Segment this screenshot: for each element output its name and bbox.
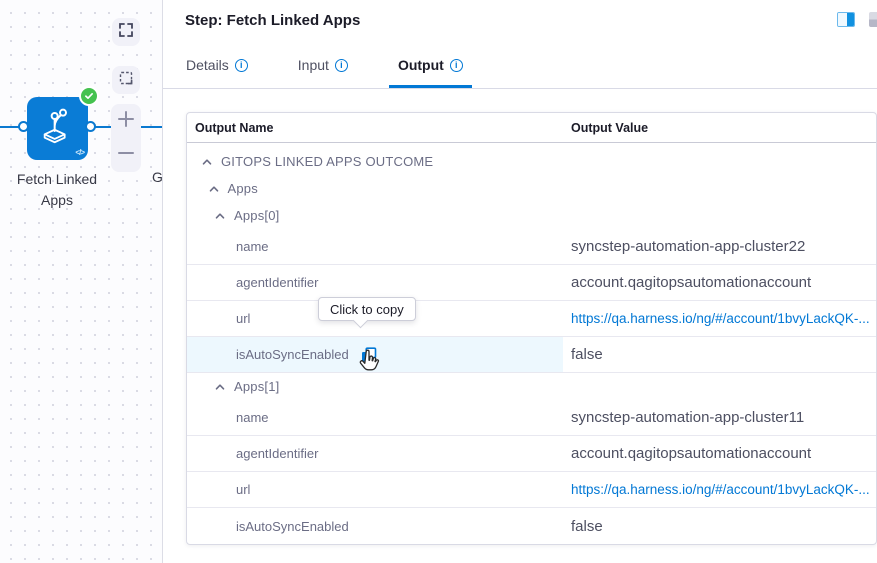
- gitops-step-icon: [38, 106, 78, 151]
- output-name-label: url: [236, 311, 251, 326]
- tabs-bar: Details Input Output: [163, 46, 877, 89]
- node-port-right: [85, 121, 96, 132]
- zoom-out-icon[interactable]: [117, 144, 135, 167]
- marquee-select-button[interactable]: [112, 66, 140, 94]
- copy-icon[interactable]: [361, 346, 377, 363]
- output-name-label: name: [236, 410, 269, 425]
- output-value: account.qagitopsautomationaccount: [571, 445, 812, 462]
- step-node-fetch-linked-apps[interactable]: </>: [27, 97, 88, 160]
- node-label: Fetch Linked Apps: [16, 171, 98, 208]
- table-row: GITOPS LINKED APPS OUTCOME: [187, 148, 876, 175]
- group-label: Apps[1]: [234, 379, 280, 394]
- output-value: account.qagitopsautomationaccount: [571, 274, 812, 291]
- zoom-controls: [111, 104, 141, 172]
- code-icon: </>: [75, 148, 85, 157]
- tab-input[interactable]: Input: [289, 57, 357, 88]
- table-row: url https://qa.harness.io/ng/#/account/1b…: [187, 301, 876, 337]
- output-name-label: name: [236, 239, 269, 254]
- output-value: syncstep-automation-app-cluster11: [571, 409, 805, 426]
- table-row: isAutoSyncEnabled false: [187, 508, 876, 544]
- table-header: Output Name Output Value: [187, 113, 876, 143]
- table-row: agentIdentifier account.qagitopsautomatio…: [187, 265, 876, 301]
- output-value-link[interactable]: https://qa.harness.io/ng/#/account/1bvyL…: [571, 482, 870, 497]
- info-icon[interactable]: [334, 58, 348, 72]
- group-label: Apps: [227, 181, 258, 196]
- output-name-label: agentIdentifier: [236, 275, 319, 290]
- table-row: name syncstep-automation-app-cluster11: [187, 400, 876, 436]
- info-icon[interactable]: [234, 58, 248, 72]
- tab-label: Output: [397, 57, 444, 73]
- tab-output[interactable]: Output: [388, 57, 472, 88]
- fullscreen-button[interactable]: [112, 18, 140, 46]
- fullscreen-icon: [119, 22, 133, 42]
- step-details-panel: Step: Fetch Linked Apps Details Input Ou…: [163, 0, 877, 563]
- check-circle-icon: [79, 86, 99, 106]
- info-icon[interactable]: [449, 58, 463, 72]
- output-value: false: [571, 346, 603, 363]
- split-panel-icon[interactable]: [837, 12, 855, 27]
- output-value: false: [571, 517, 603, 535]
- tab-label: Details: [186, 57, 229, 73]
- output-value-link[interactable]: https://qa.harness.io/ng/#/account/1bvyL…: [571, 311, 870, 326]
- table-row: url https://qa.harness.io/ng/#/account/1b…: [187, 472, 876, 508]
- table-row: Apps: [187, 175, 876, 202]
- group-label: GITOPS LINKED APPS OUTCOME: [221, 154, 434, 169]
- tab-details[interactable]: Details: [177, 57, 257, 88]
- output-table: Output Name Output Value GITOPS LINKED A…: [186, 112, 877, 545]
- output-name-label: isAutoSyncEnabled: [236, 347, 349, 362]
- table-body: GITOPS LINKED APPS OUTCOME Apps Apps[0] nam…: [187, 143, 876, 544]
- output-name-label: agentIdentifier: [236, 446, 319, 461]
- page-title: Step: Fetch Linked Apps: [185, 12, 361, 29]
- chevron-up-icon[interactable]: [214, 381, 226, 393]
- column-header-output-name: Output Name: [195, 120, 274, 135]
- click-to-copy-tooltip: Click to copy: [318, 297, 416, 321]
- chevron-up-icon[interactable]: [208, 183, 220, 195]
- table-row: Apps[1]: [187, 373, 876, 400]
- marquee-select-icon: [119, 71, 133, 90]
- column-header-output-value: Output Value: [571, 120, 649, 135]
- chevron-up-icon[interactable]: [201, 156, 213, 168]
- table-row: agentIdentifier account.qagitopsautomatio…: [187, 436, 876, 472]
- table-row: Apps[0]: [187, 202, 876, 229]
- tooltip-text: Click to copy: [330, 301, 404, 317]
- tab-label: Input: [297, 57, 329, 73]
- table-row: name syncstep-automation-app-cluster22: [187, 229, 876, 265]
- chevron-up-icon[interactable]: [214, 210, 226, 222]
- node-port-left: [18, 121, 29, 132]
- output-name-label: url: [236, 482, 251, 497]
- zoom-in-icon[interactable]: [117, 110, 135, 133]
- panel-partial-icon[interactable]: [869, 12, 877, 27]
- group-label: Apps[0]: [234, 208, 280, 223]
- table-row: isAutoSyncEnabled false: [187, 337, 876, 373]
- pipeline-canvas: </> Fetch Linked Apps G: [0, 0, 163, 563]
- output-value: syncstep-automation-app-cluster22: [571, 238, 806, 255]
- output-name-label: isAutoSyncEnabled: [236, 518, 349, 534]
- app-window: </> Fetch Linked Apps G Step: Fetch Link…: [0, 0, 877, 563]
